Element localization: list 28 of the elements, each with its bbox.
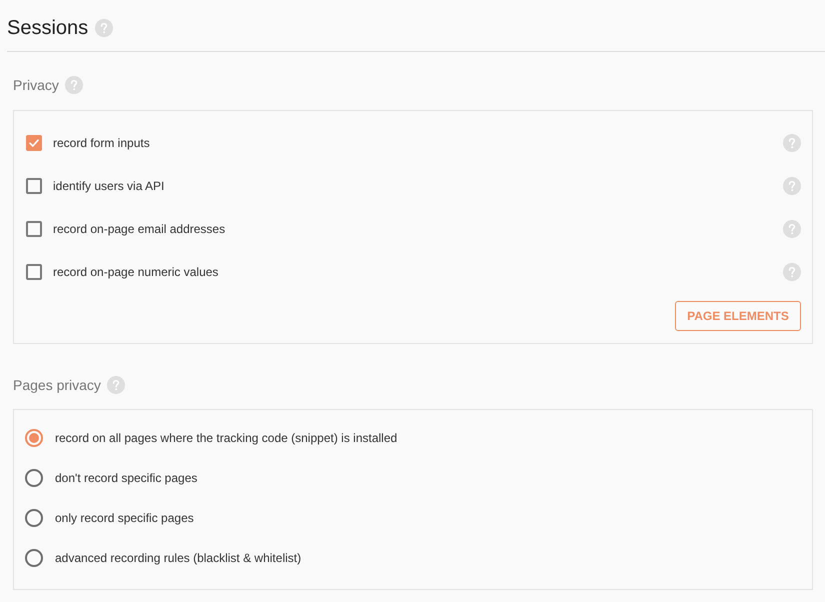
checkbox[interactable]	[26, 178, 42, 194]
checkbox[interactable]	[26, 264, 42, 280]
radio-button[interactable]	[25, 429, 43, 447]
help-icon[interactable]	[106, 376, 125, 394]
radio-button[interactable]	[25, 509, 43, 527]
option-label: record on-page email addresses	[53, 220, 226, 238]
help-icon[interactable]	[783, 220, 801, 238]
option-label: record on-page numeric values	[53, 264, 218, 280]
radio-button[interactable]	[25, 549, 43, 567]
option-label: only record specific pages	[55, 510, 194, 527]
checkbox[interactable]	[26, 134, 42, 150]
page-elements-button[interactable]: PAGE ELEMENTS	[675, 301, 801, 331]
help-icon[interactable]	[783, 262, 801, 280]
help-icon[interactable]	[783, 134, 801, 152]
help-icon[interactable]	[95, 19, 114, 37]
option-label: advanced recording rules (blacklist & whitelist)	[55, 550, 302, 567]
help-icon[interactable]	[64, 76, 83, 94]
check-icon	[29, 138, 39, 146]
page-title: Sessions	[7, 16, 88, 41]
option-label: record form inputs	[53, 134, 150, 152]
section-heading: Privacy	[13, 76, 59, 95]
checkbox[interactable]	[26, 220, 42, 236]
radio-button[interactable]	[25, 469, 43, 487]
option-label: record on all pages where the tracking code (snippet) is installed	[55, 430, 398, 447]
help-icon[interactable]	[783, 176, 801, 194]
option-label: identify users via API	[53, 178, 164, 194]
section-heading: Pages privacy	[13, 376, 101, 395]
option-label: don't record specific pages	[55, 470, 198, 487]
